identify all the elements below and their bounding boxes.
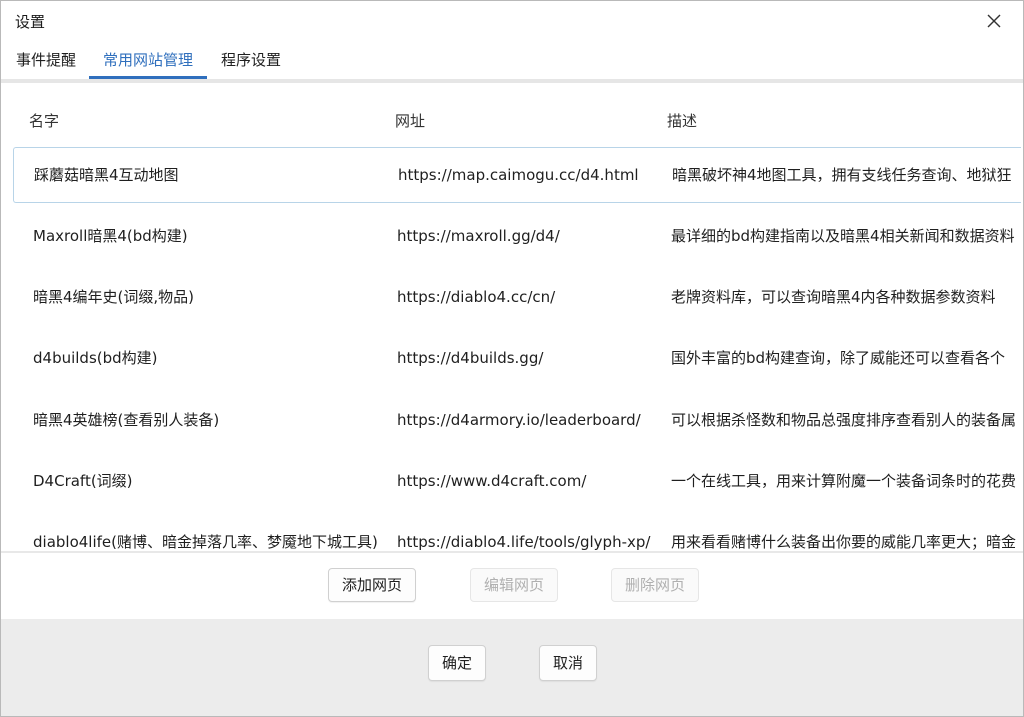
- row-name: 踩蘑菇暗黑4互动地图: [34, 166, 179, 184]
- tab-event-reminder[interactable]: 事件提醒: [15, 41, 77, 79]
- row-name: Maxroll暗黑4(bd构建): [33, 227, 188, 245]
- row-url: https://d4armory.io/leaderboard/: [397, 411, 641, 429]
- tab-label: 程序设置: [220, 51, 281, 69]
- header-name[interactable]: 名字: [29, 110, 59, 131]
- table-row[interactable]: 暗黑4英雄榜(查看别人装备) https://d4armory.io/leade…: [13, 393, 1021, 449]
- row-name: 暗黑4编年史(词缀,物品): [33, 288, 195, 306]
- row-url: https://diablo4.life/tools/glyph-xp/: [397, 533, 651, 551]
- action-bar: 添加网页 编辑网页 删除网页: [1, 553, 1023, 619]
- table-row[interactable]: Maxroll暗黑4(bd构建) https://maxroll.gg/d4/ …: [13, 209, 1021, 265]
- table-row[interactable]: d4builds(bd构建) https://d4builds.gg/ 国外丰富…: [13, 331, 1021, 387]
- close-icon: [987, 14, 1001, 28]
- row-desc: 国外丰富的bd构建查询，除了威能还可以查看各个: [671, 349, 1006, 367]
- row-name: D4Craft(词缀): [33, 472, 133, 490]
- row-url: https://d4builds.gg/: [397, 349, 544, 367]
- header-url[interactable]: 网址: [395, 110, 425, 131]
- tab-website-management[interactable]: 常用网站管理: [89, 41, 207, 79]
- tab-label: 事件提醒: [15, 51, 76, 69]
- table-row[interactable]: diablo4life(赌博、暗金掉落几率、梦魇地下城工具) https://d…: [13, 515, 1021, 551]
- delete-page-button[interactable]: 删除网页: [611, 568, 699, 602]
- ok-button[interactable]: 确定: [428, 645, 486, 681]
- row-url: https://map.caimogu.cc/d4.html: [398, 166, 639, 184]
- table-row[interactable]: 踩蘑菇暗黑4互动地图 https://map.caimogu.cc/d4.htm…: [13, 147, 1021, 203]
- row-desc: 用来看看赌博什么装备出你要的威能几率更大；暗金: [671, 533, 1017, 551]
- settings-dialog: 设置 事件提醒 常用网站管理 程序设置 名字 网址 描述 踩蘑菇暗黑4互动地图 …: [0, 0, 1024, 717]
- row-name: 暗黑4英雄榜(查看别人装备): [33, 411, 220, 429]
- tab-bar: 事件提醒 常用网站管理 程序设置: [1, 41, 1023, 79]
- add-page-button[interactable]: 添加网页: [328, 568, 416, 602]
- row-url: https://www.d4craft.com/: [397, 472, 587, 490]
- row-desc: 一个在线工具，用来计算附魔一个装备词条时的花费: [671, 472, 1017, 490]
- table-row[interactable]: 暗黑4编年史(词缀,物品) https://diablo4.cc/cn/ 老牌资…: [13, 270, 1021, 326]
- tab-label: 常用网站管理: [102, 51, 193, 69]
- row-desc: 老牌资料库，可以查询暗黑4内各种数据参数资料: [671, 288, 996, 306]
- website-table[interactable]: 名字 网址 描述 踩蘑菇暗黑4互动地图 https://map.caimogu.…: [3, 83, 1021, 551]
- row-desc: 可以根据杀怪数和物品总强度排序查看别人的装备属: [671, 411, 1017, 429]
- close-button[interactable]: [979, 7, 1009, 35]
- edit-page-button[interactable]: 编辑网页: [470, 568, 558, 602]
- row-name: diablo4life(赌博、暗金掉落几率、梦魇地下城工具): [33, 533, 378, 551]
- dialog-footer: 确定 取消: [1, 619, 1023, 716]
- table-row[interactable]: D4Craft(词缀) https://www.d4craft.com/ 一个在…: [13, 454, 1021, 510]
- title-bar: 设置: [1, 1, 1023, 41]
- row-desc: 最详细的bd构建指南以及暗黑4相关新闻和数据资料: [671, 227, 1015, 245]
- row-url: https://maxroll.gg/d4/: [397, 227, 560, 245]
- row-desc: 暗黑破坏神4地图工具，拥有支线任务查询、地狱狂: [672, 166, 1012, 184]
- cancel-button[interactable]: 取消: [539, 645, 597, 681]
- row-name: d4builds(bd构建): [33, 349, 158, 367]
- header-desc[interactable]: 描述: [667, 110, 697, 131]
- row-url: https://diablo4.cc/cn/: [397, 288, 556, 306]
- tab-program-settings[interactable]: 程序设置: [220, 41, 282, 79]
- dialog-title: 设置: [15, 13, 46, 31]
